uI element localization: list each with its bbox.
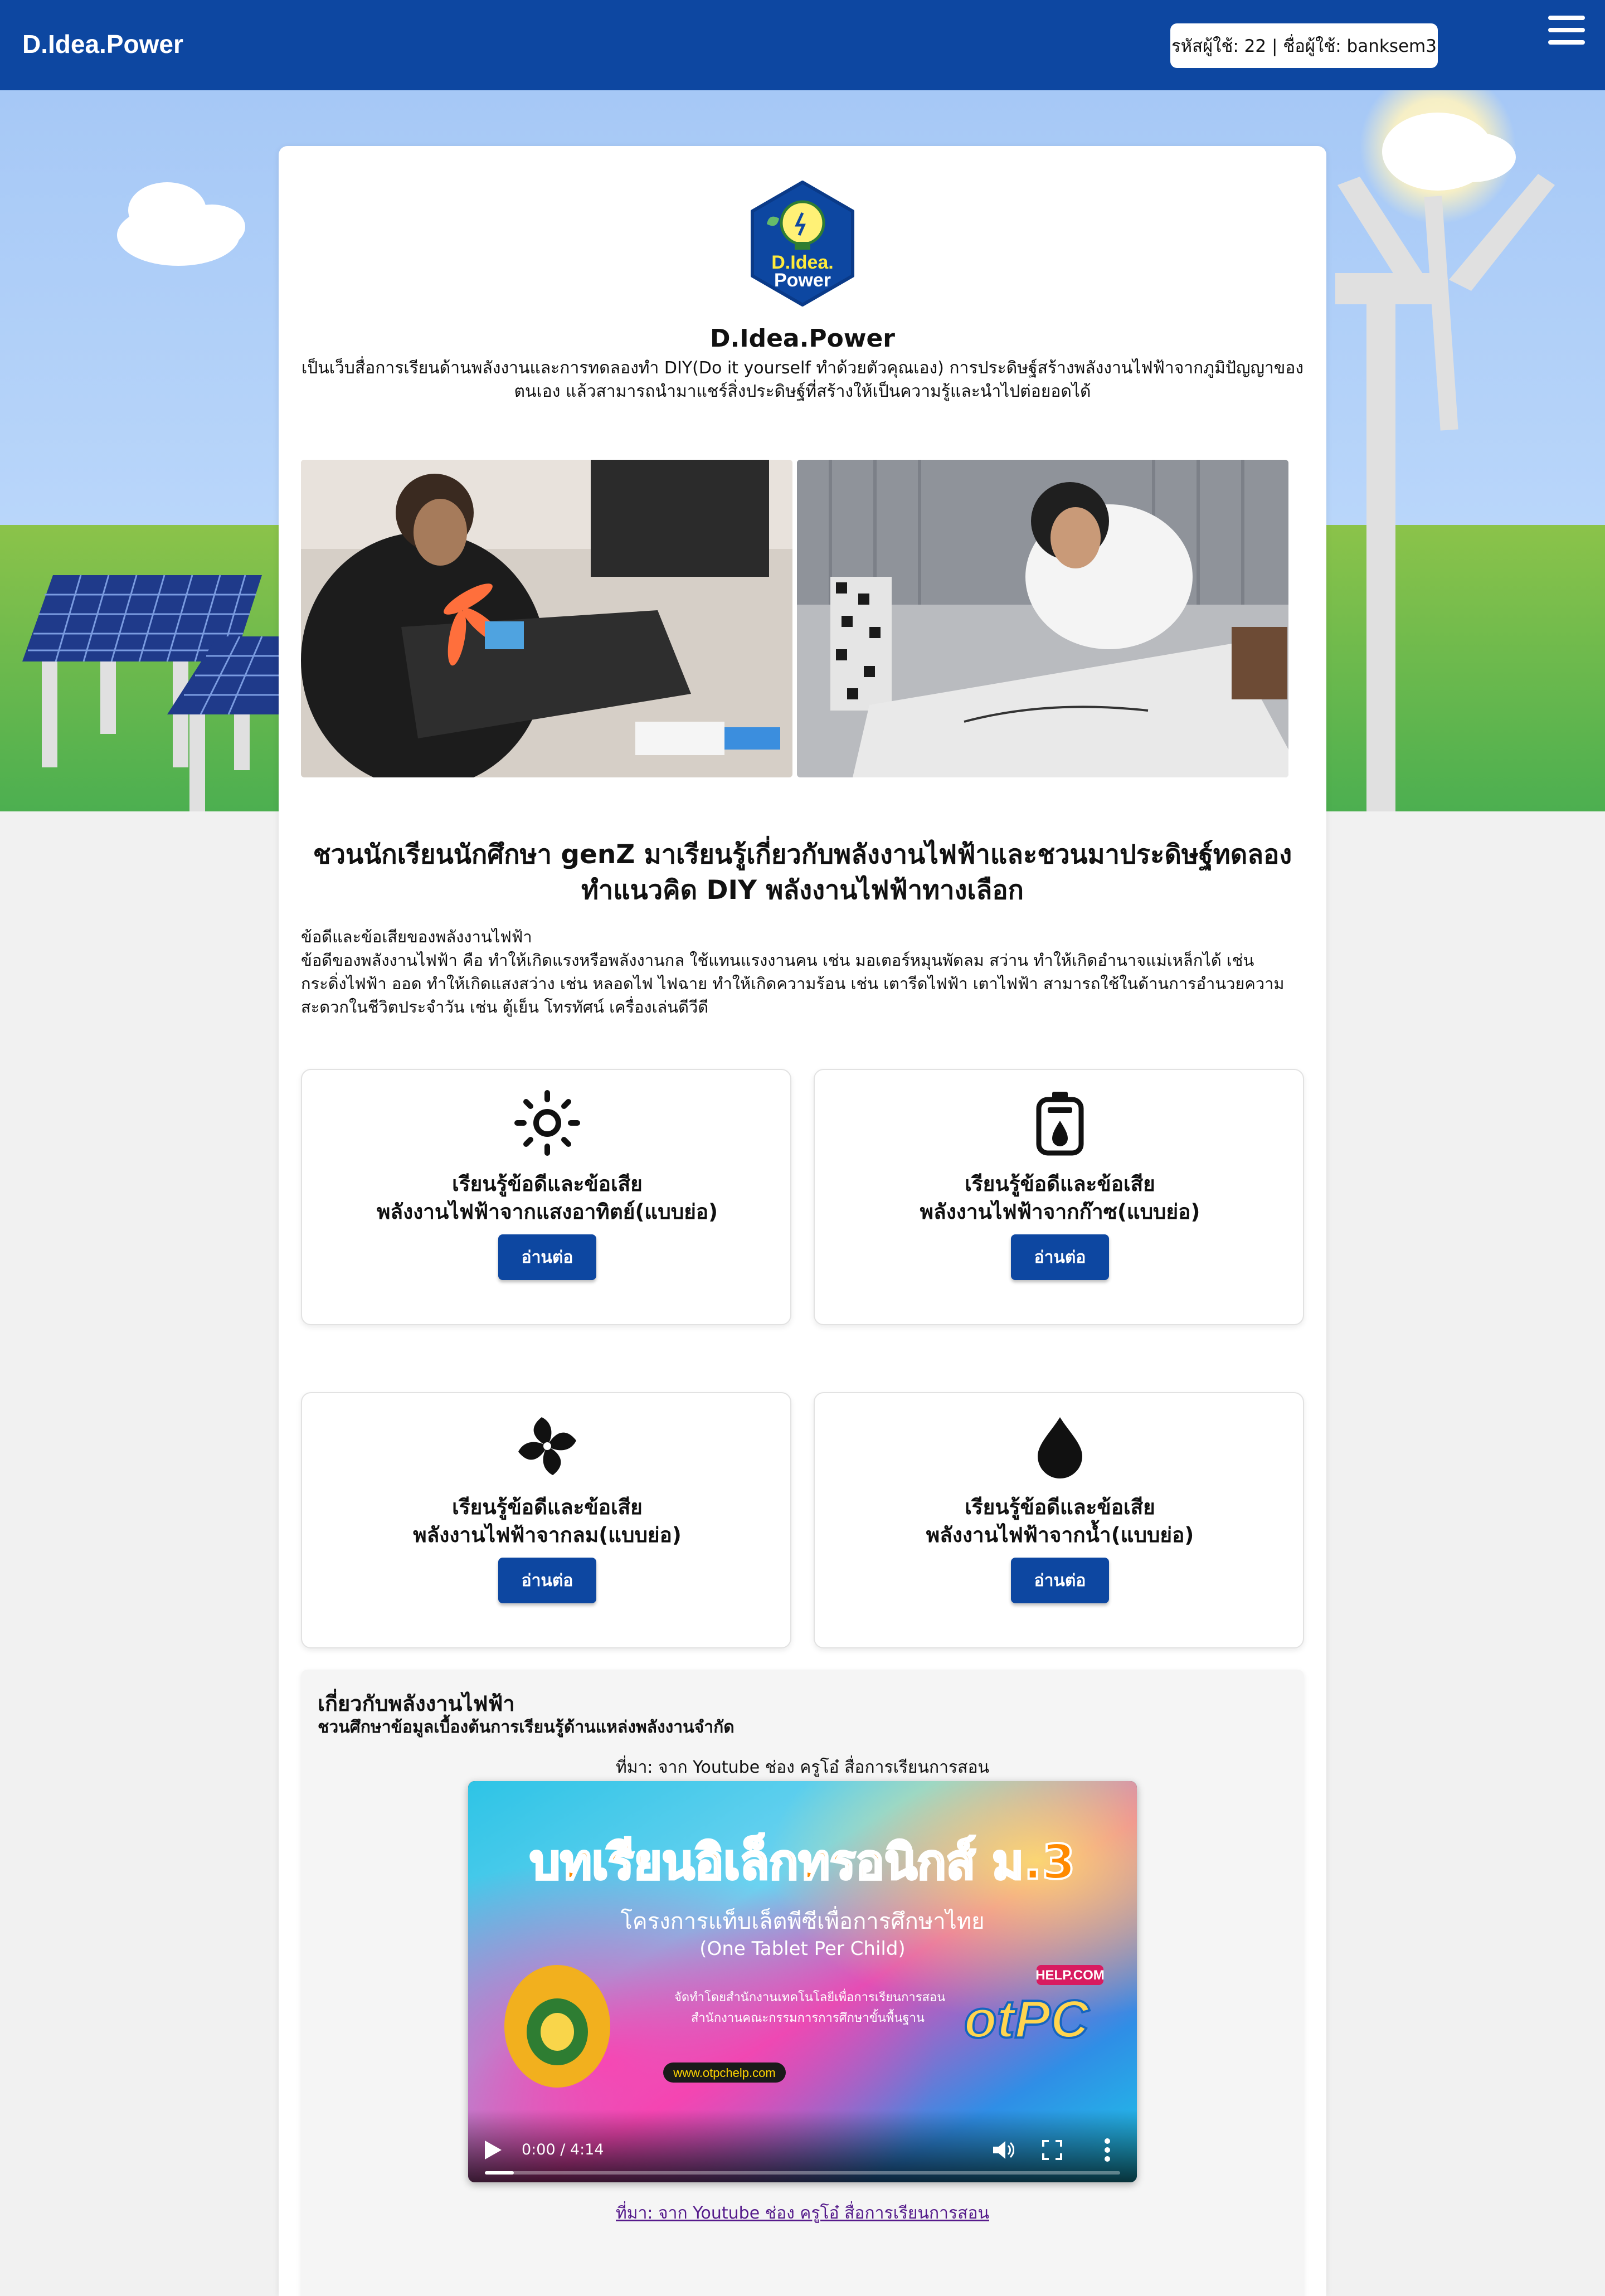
- diy-wind-turbine-photo: [301, 460, 792, 777]
- student-building-circuit-photo: [797, 460, 1288, 777]
- intro-section: ข้อดีและข้อเสียของพลังงานไฟฟ้า ข้อดีของพ…: [301, 925, 1304, 1019]
- read-more-button[interactable]: อ่านต่อ: [498, 1234, 596, 1280]
- wind-fan-icon: [518, 1417, 576, 1475]
- brand-logo-text[interactable]: D.Idea.Power: [22, 29, 183, 59]
- svg-text:โครงการแท็บเล็ตพีซีเพื่อการศึก: โครงการแท็บเล็ตพีซีเพื่อการศึกษาไทย: [620, 1906, 984, 1934]
- svg-text:(One Tablet Per Child): (One Tablet Per Child): [699, 1938, 905, 1960]
- svg-text:HELP.COM: HELP.COM: [1035, 1968, 1105, 1983]
- svg-text:จัดทำโดยสำนักงานเทคโนโลยีเพื่อ: จัดทำโดยสำนักงานเทคโนโลยีเพื่อการเรียนกา…: [674, 1988, 945, 2005]
- feature-card-wind: เรียนรู้ข้อดีและข้อเสีย พลังงานไฟฟ้าจากล…: [301, 1392, 791, 1648]
- svg-text:otPC: otPC: [964, 1989, 1090, 2049]
- video-player[interactable]: บทเรียนอิเล็กทรอนิกส์ ม.3 โครงการแท็บเล็…: [468, 1781, 1137, 2182]
- feature-card-water: เรียนรู้ข้อดีและข้อเสีย พลังงานไฟฟ้าจากน…: [814, 1392, 1304, 1648]
- play-icon[interactable]: [485, 2141, 502, 2159]
- feature-title-line1: เรียนรู้ข้อดีและข้อเสีย: [452, 1172, 643, 1196]
- feature-title-line1: เรียนรู้ข้อดีและข้อเสีย: [965, 1172, 1155, 1196]
- otpc-emblem: [504, 1965, 610, 2088]
- feature-card-solar: เรียนรู้ข้อดีและข้อเสีย พลังงานไฟฟ้าจากแ…: [301, 1069, 791, 1325]
- video-progress-fill: [485, 2171, 514, 2175]
- site-title: D.Idea.Power: [709, 324, 896, 353]
- video-controls: 0:00 / 4:14: [468, 2110, 1137, 2182]
- feature-title-line1: เรียนรู้ข้อดีและข้อเสีย: [965, 1495, 1155, 1519]
- video-source-caption: ที่มา: จาก Youtube ช่อง ครูโอ๋ สื่อการเร…: [616, 1758, 989, 1777]
- video-progress-bar[interactable]: [485, 2171, 1120, 2175]
- headline: ชวนนักเรียนนักศึกษา genZ มาเรียนรู้เกี่ย…: [313, 839, 1292, 906]
- water-drop-icon: [1038, 1417, 1082, 1478]
- intro-heading: ข้อดีและข้อเสียของพลังงานไฟฟ้า: [301, 927, 532, 946]
- feature-title-line2: พลังงานไฟฟ้าจากแสงอาทิตย์(แบบย่อ): [376, 1200, 718, 1224]
- feature-card-gas: เรียนรู้ข้อดีและข้อเสีย พลังงานไฟฟ้าจากก…: [814, 1069, 1304, 1325]
- intro-body: ข้อดีของพลังงานไฟฟ้า คือ ทำให้เกิดแรงหรื…: [301, 951, 1285, 1016]
- video-time: 0:00 / 4:14: [522, 2141, 604, 2158]
- main-content-card: D.Idea. Power D.Idea.Power เป็นเว็บสื่อก…: [279, 146, 1326, 2296]
- video-source-link[interactable]: ที่มา: จาก Youtube ช่อง ครูโอ๋ สื่อการเร…: [301, 2200, 1304, 2226]
- d-idea-power-logo: D.Idea. Power: [751, 181, 854, 307]
- svg-text:www.otpchelp.com: www.otpchelp.com: [673, 2066, 775, 2080]
- feature-title-line2: พลังงานไฟฟ้าจากก๊าซ(แบบย่อ): [920, 1200, 1200, 1224]
- more-options-icon[interactable]: [1103, 2138, 1111, 2162]
- svg-text:สำนักงานคณะกรรมการการศึกษาขั้น: สำนักงานคณะกรรมการการศึกษาขั้นพื้นฐาน: [691, 2009, 925, 2025]
- about-electricity-panel: เกี่ยวกับพลังงานไฟฟ้า ชวนศึกษาข้อมูลเบื้…: [301, 1670, 1304, 2296]
- svg-text:Power: Power: [774, 270, 831, 291]
- site-description: เป็นเว็บสื่อการเรียนด้านพลังงานและการทดล…: [301, 358, 1304, 401]
- svg-text:บทเรียนอิเล็กทรอนิกส์ ม.3: บทเรียนอิเล็กทรอนิกส์ ม.3: [530, 1833, 1076, 1890]
- about-subtitle: ชวนศึกษาข้อมูลเบื้องต้นการเรียนรู้ด้านแห…: [318, 1718, 735, 1737]
- feature-title-line2: พลังงานไฟฟ้าจากน้ำ(แบบย่อ): [926, 1523, 1194, 1547]
- read-more-button[interactable]: อ่านต่อ: [1011, 1234, 1109, 1280]
- top-navbar: D.Idea.Power รหัสผู้ใช้: 22 | ชื่อผู้ใช้…: [0, 0, 1605, 90]
- sun-icon: [514, 1090, 580, 1156]
- feature-title-line2: พลังงานไฟฟ้าจากลม(แบบย่อ): [413, 1523, 682, 1547]
- read-more-button[interactable]: อ่านต่อ: [498, 1558, 596, 1603]
- feature-title-line1: เรียนรู้ข้อดีและข้อเสีย: [452, 1495, 643, 1519]
- volume-icon[interactable]: [992, 2139, 1014, 2161]
- read-more-button[interactable]: อ่านต่อ: [1011, 1558, 1109, 1603]
- user-info-badge: รหัสผู้ใช้: 22 | ชื่อผู้ใช้: banksem3: [1170, 23, 1438, 68]
- gas-cylinder-icon: [1036, 1092, 1084, 1156]
- fullscreen-icon[interactable]: [1042, 2140, 1062, 2160]
- hamburger-icon[interactable]: [1548, 13, 1585, 47]
